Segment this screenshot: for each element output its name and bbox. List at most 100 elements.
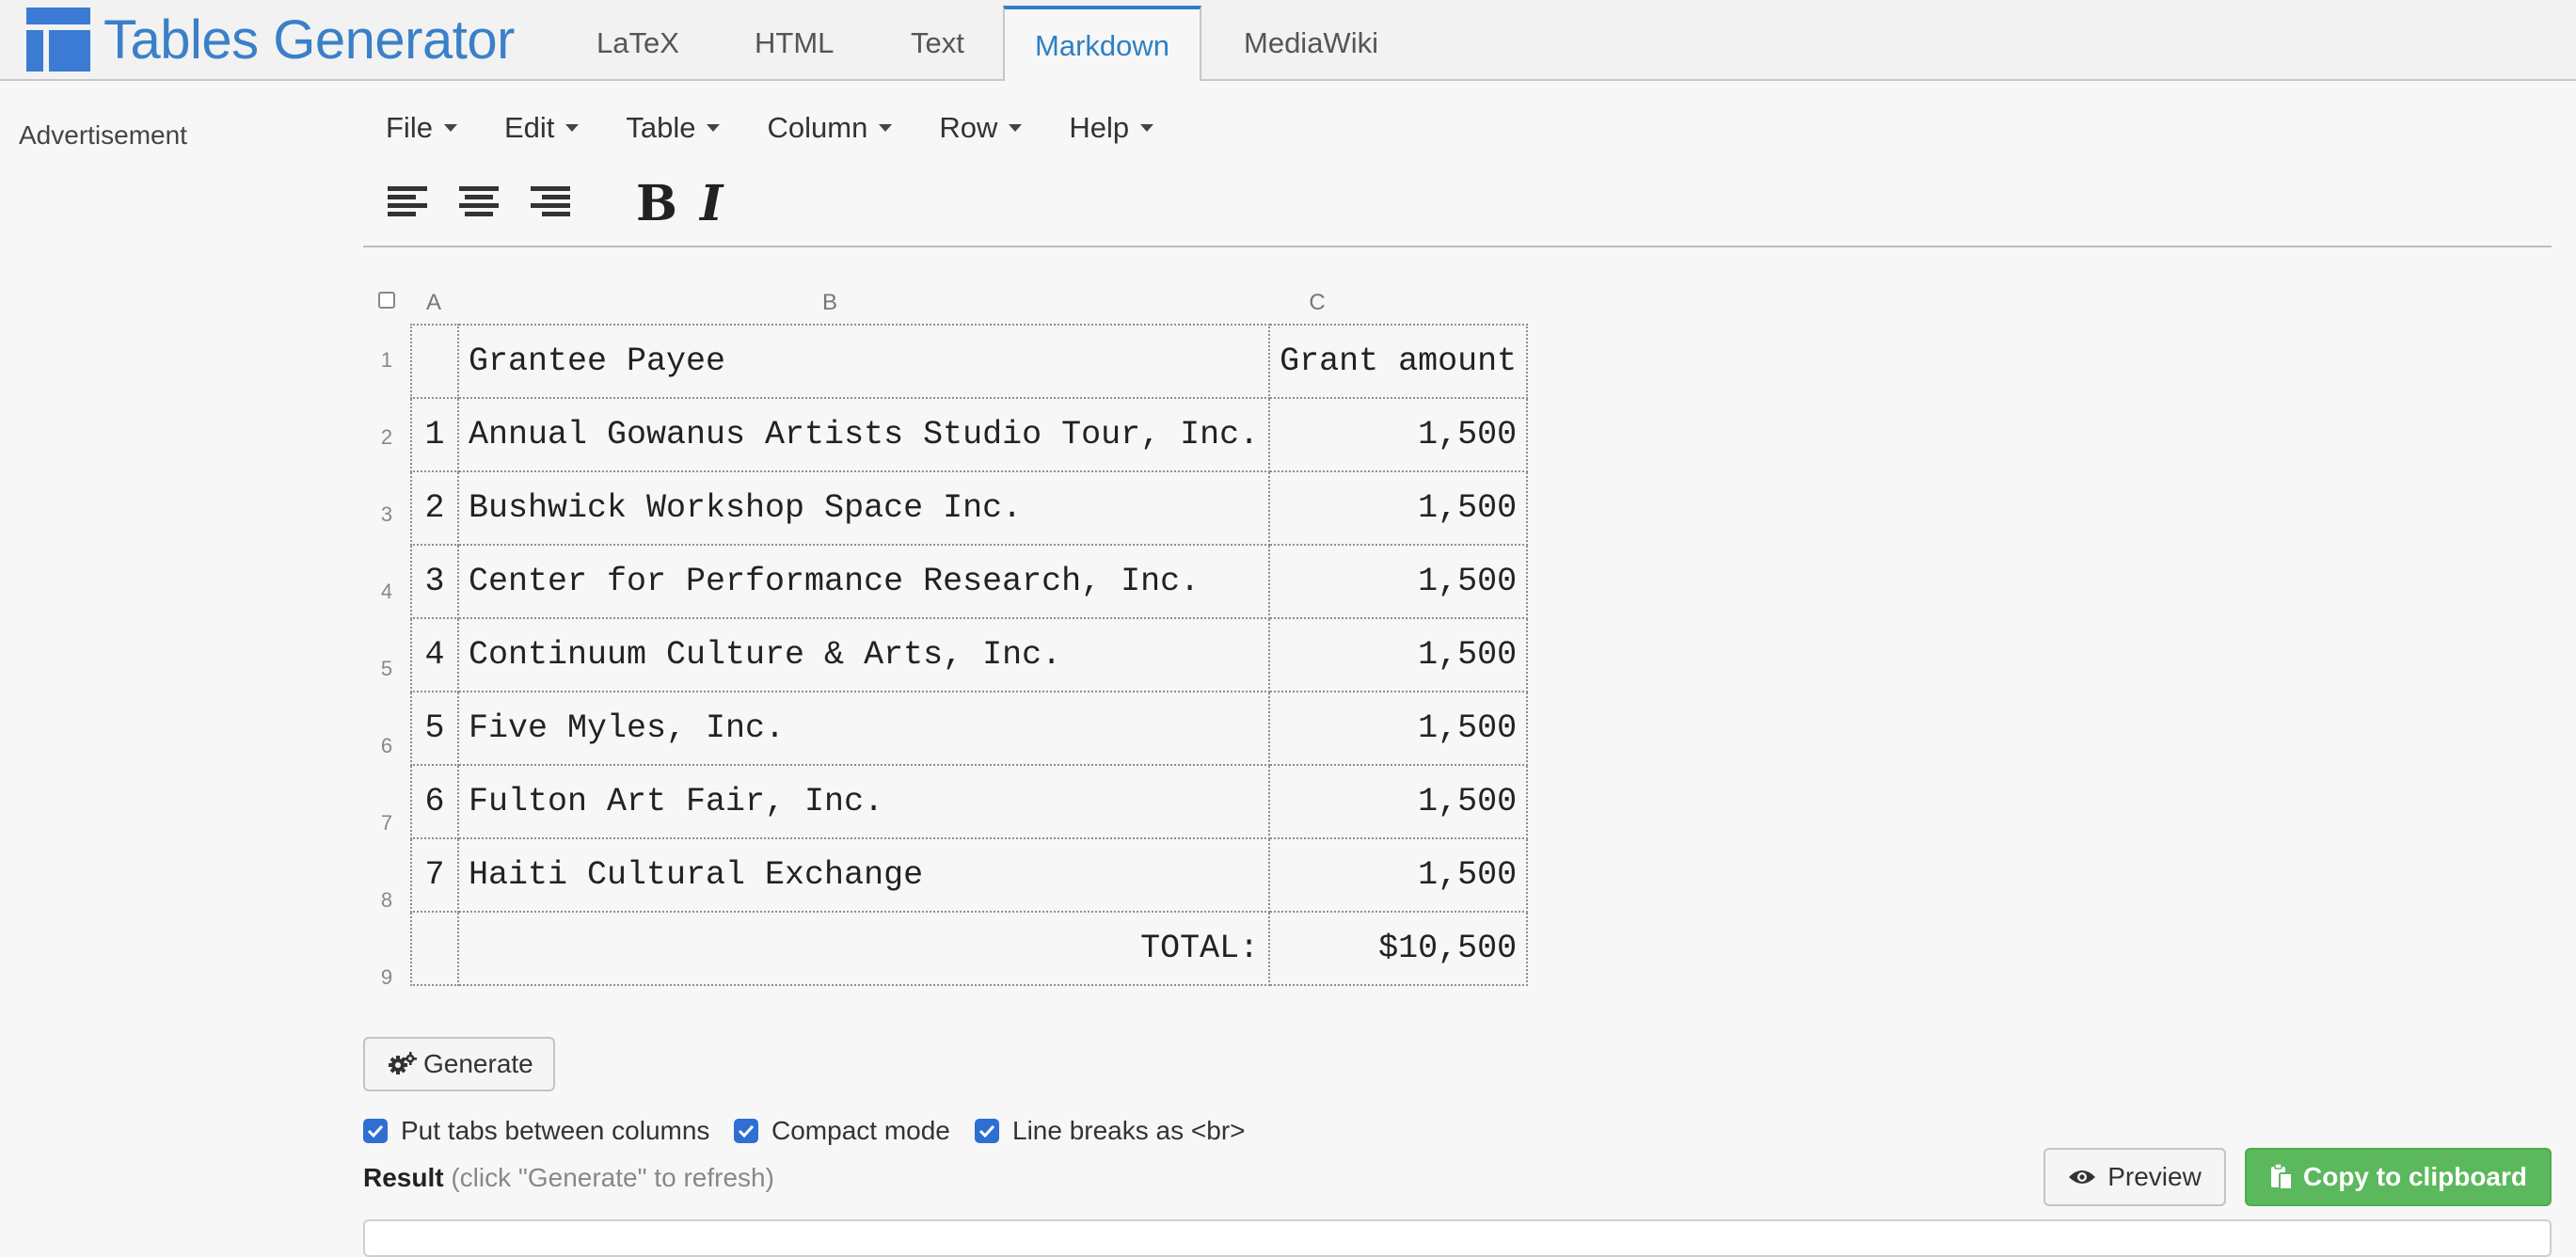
top-nav: Tables Generator LaTeX HTML Text Markdow…	[0, 0, 2576, 81]
row-header[interactable]: 5	[373, 657, 401, 681]
cell[interactable]: $10,500	[1268, 911, 1529, 986]
cell[interactable]: 7	[410, 837, 459, 913]
table-logo-icon	[26, 8, 90, 72]
cell[interactable]: 1,500	[1268, 764, 1529, 839]
caret-down-icon	[1140, 124, 1154, 132]
table-editor: Grantee Payee Grant amount 1 Annual Gowa…	[410, 324, 1529, 986]
table-row: 2 Bushwick Workshop Space Inc. 1,500	[410, 470, 1529, 546]
table-row: 7 Haiti Cultural Exchange 1,500	[410, 837, 1529, 913]
row-header[interactable]: 2	[373, 425, 401, 450]
bold-button[interactable]: B	[636, 175, 677, 232]
cell[interactable]: Center for Performance Research, Inc.	[456, 544, 1271, 619]
cell[interactable]: 1,500	[1268, 837, 1529, 913]
result-hint: (click "Generate" to refresh)	[451, 1163, 774, 1192]
row-header[interactable]: 6	[373, 734, 401, 758]
cell[interactable]	[410, 911, 459, 986]
copy-to-clipboard-button[interactable]: Copy to clipboard	[2245, 1148, 2552, 1206]
align-left-icon[interactable]	[386, 181, 429, 224]
menu-column[interactable]: Column	[767, 111, 893, 145]
cell[interactable]: 1,500	[1268, 397, 1529, 472]
caret-down-icon	[707, 124, 721, 132]
menu-file[interactable]: File	[386, 111, 457, 145]
tab-html[interactable]: HTML	[724, 8, 864, 79]
eye-icon	[2069, 1170, 2096, 1184]
result-output-textarea[interactable]	[363, 1219, 2552, 1257]
gears-icon	[389, 1052, 417, 1074]
caret-down-icon	[565, 124, 580, 132]
column-header-b[interactable]: B	[457, 290, 1202, 316]
row-header[interactable]: 8	[373, 888, 401, 913]
cell[interactable]: 1,500	[1268, 470, 1529, 546]
cell[interactable]: 6	[410, 764, 459, 839]
cell[interactable]: 5	[410, 691, 459, 766]
checkbox-checked-icon[interactable]	[734, 1119, 758, 1143]
tab-text[interactable]: Text	[881, 8, 994, 79]
cell[interactable]	[410, 324, 459, 399]
column-header-a[interactable]: A	[410, 290, 457, 316]
generate-button[interactable]: Generate	[363, 1037, 555, 1091]
caret-down-icon	[1009, 124, 1023, 132]
result-label: Result	[363, 1163, 444, 1192]
italic-button[interactable]: I	[700, 175, 723, 232]
row-header[interactable]: 7	[373, 811, 401, 835]
menu-row[interactable]: Row	[939, 111, 1023, 145]
menu-table-label: Table	[626, 111, 696, 144]
toolbar-divider	[363, 246, 2552, 247]
table-row: 1 Annual Gowanus Artists Studio Tour, In…	[410, 397, 1529, 472]
caret-down-icon	[443, 124, 457, 132]
cell[interactable]: Annual Gowanus Artists Studio Tour, Inc.	[456, 397, 1271, 472]
row-header[interactable]: 1	[373, 348, 401, 373]
table-row: 5 Five Myles, Inc. 1,500	[410, 691, 1529, 766]
logo[interactable]: Tables Generator	[26, 6, 515, 73]
cell[interactable]: Grant amount	[1268, 324, 1529, 399]
menu-help-label: Help	[1069, 111, 1130, 144]
generate-label: Generate	[423, 1049, 533, 1078]
cell[interactable]: 4	[410, 617, 459, 692]
cell[interactable]: 1,500	[1268, 617, 1529, 692]
cell[interactable]: Bushwick Workshop Space Inc.	[456, 470, 1271, 546]
option-line-breaks-br[interactable]: Line breaks as <br>	[975, 1116, 1246, 1146]
option-tabs-between-columns[interactable]: Put tabs between columns	[363, 1116, 709, 1146]
option-compact-mode[interactable]: Compact mode	[734, 1116, 950, 1146]
cell[interactable]: 1	[410, 397, 459, 472]
row-header[interactable]: 4	[373, 580, 401, 604]
cell[interactable]: Fulton Art Fair, Inc.	[456, 764, 1271, 839]
cell[interactable]: Haiti Cultural Exchange	[456, 837, 1271, 913]
menu-bar: File Edit Table Column Row Help	[386, 111, 1201, 145]
row-header[interactable]: 9	[373, 965, 401, 990]
menu-file-label: File	[386, 111, 433, 144]
option-label: Put tabs between columns	[401, 1116, 710, 1145]
table-row: TOTAL: $10,500	[410, 911, 1529, 986]
cell[interactable]: 2	[410, 470, 459, 546]
copy-label: Copy to clipboard	[2303, 1162, 2527, 1191]
menu-table[interactable]: Table	[626, 111, 721, 145]
result-header: Result (click "Generate" to refresh)	[363, 1163, 774, 1193]
checkbox-checked-icon[interactable]	[363, 1119, 388, 1143]
select-all-checkbox[interactable]	[378, 292, 395, 309]
tab-markdown[interactable]: Markdown	[1003, 6, 1201, 81]
cell[interactable]: Grantee Payee	[456, 324, 1271, 399]
option-label: Compact mode	[771, 1116, 950, 1145]
cell[interactable]: 1,500	[1268, 544, 1529, 619]
table-row: 4 Continuum Culture & Arts, Inc. 1,500	[410, 617, 1529, 692]
tab-latex[interactable]: LaTeX	[566, 8, 709, 79]
checkbox-checked-icon[interactable]	[975, 1119, 999, 1143]
cell[interactable]: 3	[410, 544, 459, 619]
preview-button[interactable]: Preview	[2043, 1148, 2226, 1206]
cell[interactable]: TOTAL:	[456, 911, 1271, 986]
align-right-icon[interactable]	[529, 181, 572, 224]
align-center-icon[interactable]	[457, 181, 501, 224]
table-row: Grantee Payee Grant amount	[410, 324, 1529, 399]
menu-help[interactable]: Help	[1069, 111, 1154, 145]
advertisement-label: Advertisement	[19, 120, 187, 150]
column-header-c[interactable]: C	[1202, 290, 1432, 316]
cell[interactable]: Continuum Culture & Arts, Inc.	[456, 617, 1271, 692]
preview-label: Preview	[2107, 1162, 2202, 1191]
tab-mediawiki[interactable]: MediaWiki	[1214, 8, 1408, 79]
clipboard-icon	[2271, 1163, 2293, 1190]
table-row: 6 Fulton Art Fair, Inc. 1,500	[410, 764, 1529, 839]
cell[interactable]: 1,500	[1268, 691, 1529, 766]
menu-edit[interactable]: Edit	[504, 111, 580, 145]
row-header[interactable]: 3	[373, 502, 401, 527]
cell[interactable]: Five Myles, Inc.	[456, 691, 1271, 766]
